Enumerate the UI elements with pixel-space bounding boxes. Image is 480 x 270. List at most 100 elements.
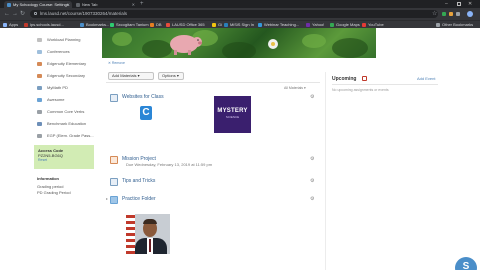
remove-banner-link[interactable]: ✕ Remove (108, 61, 125, 65)
sidebar-item-mymath-pd[interactable]: MyMath PD (33, 83, 95, 93)
bookmark-label: lps.schools.lausd... (30, 22, 64, 27)
sidebar-item-edgenuity-secondary[interactable]: Edgenuity Secondary (33, 71, 95, 81)
bookmark-favicon-icon (330, 23, 334, 27)
bookmark-label: Bookmarks... (86, 22, 110, 27)
sidebar-item-awesome[interactable]: Awesome (33, 95, 95, 105)
sidebar-item-label: EGP (Elem. Grade Pass... (47, 133, 94, 138)
lock-icon (34, 12, 37, 15)
sidebar-item-benchmark-education[interactable]: Benchmark Education (33, 119, 95, 129)
bookmark-favicon-icon (258, 23, 262, 27)
bookmark-favicon-icon (150, 23, 154, 27)
add-materials-button[interactable]: Add Materials ▾ (108, 72, 154, 80)
bookmark-label: Gi (218, 22, 222, 27)
page-icon (110, 178, 118, 186)
sidebar-item-conferences[interactable]: Conferences (33, 47, 95, 57)
bookmark-label: Sxcogitam Tanium (116, 22, 149, 27)
app-icon (37, 98, 42, 102)
materials-area: Add Materials ▾ Options ▾ All Materials … (106, 72, 320, 270)
material-item-mission-project[interactable]: Mission Project Due Wednesday, February … (106, 154, 320, 167)
app-icon (37, 86, 42, 90)
forward-icon[interactable]: → (12, 10, 18, 18)
material-title[interactable]: Tips and Tricks (122, 178, 155, 184)
pig-illustration (170, 35, 202, 55)
gear-icon[interactable]: ⚙ (310, 94, 314, 100)
bookmark-label: LAUSD Office 365 (172, 22, 205, 27)
extension-icon[interactable] (449, 12, 453, 16)
clever-logo-icon[interactable]: C (140, 106, 152, 120)
material-item-practice-folder[interactable]: ▸ Practice Folder ⚙ (106, 194, 320, 206)
app-icon (37, 50, 42, 54)
back-icon[interactable]: ← (4, 10, 10, 18)
material-item-tips-and-tricks[interactable]: Tips and Tricks ⚙ (106, 176, 320, 188)
minimize-icon[interactable]: – (445, 0, 448, 8)
bookmark-label: Webinar Teaching... (264, 22, 300, 27)
bookmark-favicon-icon (306, 23, 310, 27)
tab-new-tab[interactable]: New Tab ✕ (73, 1, 137, 8)
grading-period-value: PD Grading Period (37, 190, 71, 195)
course-banner-image (102, 28, 376, 58)
youtube-icon (362, 23, 366, 27)
column-divider (325, 72, 326, 270)
maximize-icon[interactable] (457, 2, 461, 6)
gear-icon[interactable]: ⚙ (310, 156, 314, 162)
grading-period-label: Grading period (37, 184, 64, 189)
app-icon (37, 134, 42, 138)
bookmarks-bar: Apps lps.schools.lausd... Bookmarks... S… (0, 20, 480, 28)
window-close-icon[interactable]: ✕ (468, 0, 472, 8)
extension-icon[interactable] (442, 12, 446, 16)
options-button[interactable]: Options ▾ (158, 72, 184, 80)
extension-icon[interactable] (456, 12, 460, 16)
sidebar-item-label: Edgenuity Elementary (47, 61, 87, 66)
mystery-science-logo[interactable]: MYSTERY SCIENCE (214, 96, 251, 133)
add-materials-label: Add Materials ▾ (112, 73, 140, 78)
folder-icon (436, 23, 440, 27)
address-bar[interactable]: lms.lausd.net/course/1907330264/material… (30, 10, 438, 18)
material-title[interactable]: Websites for Class (122, 94, 164, 100)
tab-close-icon[interactable]: ✕ (132, 1, 135, 8)
sidebar-item-label: MyMath PD (47, 85, 68, 90)
app-icon (37, 74, 42, 78)
foliage-shape (112, 32, 132, 46)
sidebar-item-common-core-verbs[interactable]: Common Core Verbs (33, 107, 95, 117)
tie-shape (149, 239, 151, 252)
gear-icon[interactable]: ⚙ (310, 178, 314, 184)
portrait-image[interactable] (126, 214, 170, 254)
bookmark-favicon-icon (80, 23, 84, 27)
sidebar-item-edgenuity-elementary[interactable]: Edgenuity Elementary (33, 59, 95, 69)
bookmark-label: MiSiS Sign In (230, 22, 255, 27)
chevron-right-icon[interactable]: ▸ (106, 196, 108, 201)
schoology-page: Workload Planning Conferences Edgenuity … (0, 28, 480, 270)
profile-avatar[interactable] (467, 11, 473, 17)
bookmark-label: Other Bookmarks (442, 22, 474, 27)
bird-illustration (268, 39, 278, 49)
calendar-icon[interactable] (362, 76, 367, 81)
access-code-reset-link[interactable]: Reset (38, 158, 90, 163)
sidebar-item-egp[interactable]: EGP (Elem. Grade Pass... (33, 131, 95, 141)
bookmark-favicon-icon (24, 23, 28, 27)
bookmark-favicon-icon (212, 23, 216, 27)
bookmark-favicon-icon (224, 23, 228, 27)
mystery-science-subtitle: SCIENCE (225, 115, 240, 119)
reload-icon[interactable]: ↻ (20, 10, 25, 18)
sidebar-item-workload-planning[interactable]: Workload Planning (33, 35, 95, 45)
bookmark-star-icon[interactable]: ☆ (432, 10, 437, 18)
app-icon (37, 122, 42, 126)
add-event-link[interactable]: Add Event (417, 76, 435, 81)
app-icon (37, 38, 42, 42)
tab-schoology[interactable]: My Schoology Course: Settings ✕ (4, 1, 72, 8)
material-title[interactable]: Practice Folder (122, 196, 156, 202)
address-text: lms.lausd.net/course/1907330264/material… (40, 11, 128, 16)
gear-icon[interactable]: ⚙ (310, 196, 314, 202)
bookmark-label: Apps (9, 22, 19, 27)
new-tab-button[interactable]: + (140, 1, 144, 8)
due-date-text: Due Wednesday, February 13, 2019 at 11:5… (126, 162, 213, 167)
sidebar-item-label: Common Core Verbs (47, 109, 85, 114)
tab-close-icon[interactable]: ✕ (67, 1, 70, 8)
assignment-icon (110, 156, 118, 164)
bookmark-label: Google Maps (336, 22, 360, 27)
hair-shape (143, 219, 157, 224)
upcoming-title: Upcoming (332, 76, 357, 82)
all-materials-filter[interactable]: All Materials ▾ (284, 86, 306, 90)
material-item-websites[interactable]: Websites for Class ⚙ (106, 92, 320, 104)
information-heading: Information (37, 176, 59, 181)
